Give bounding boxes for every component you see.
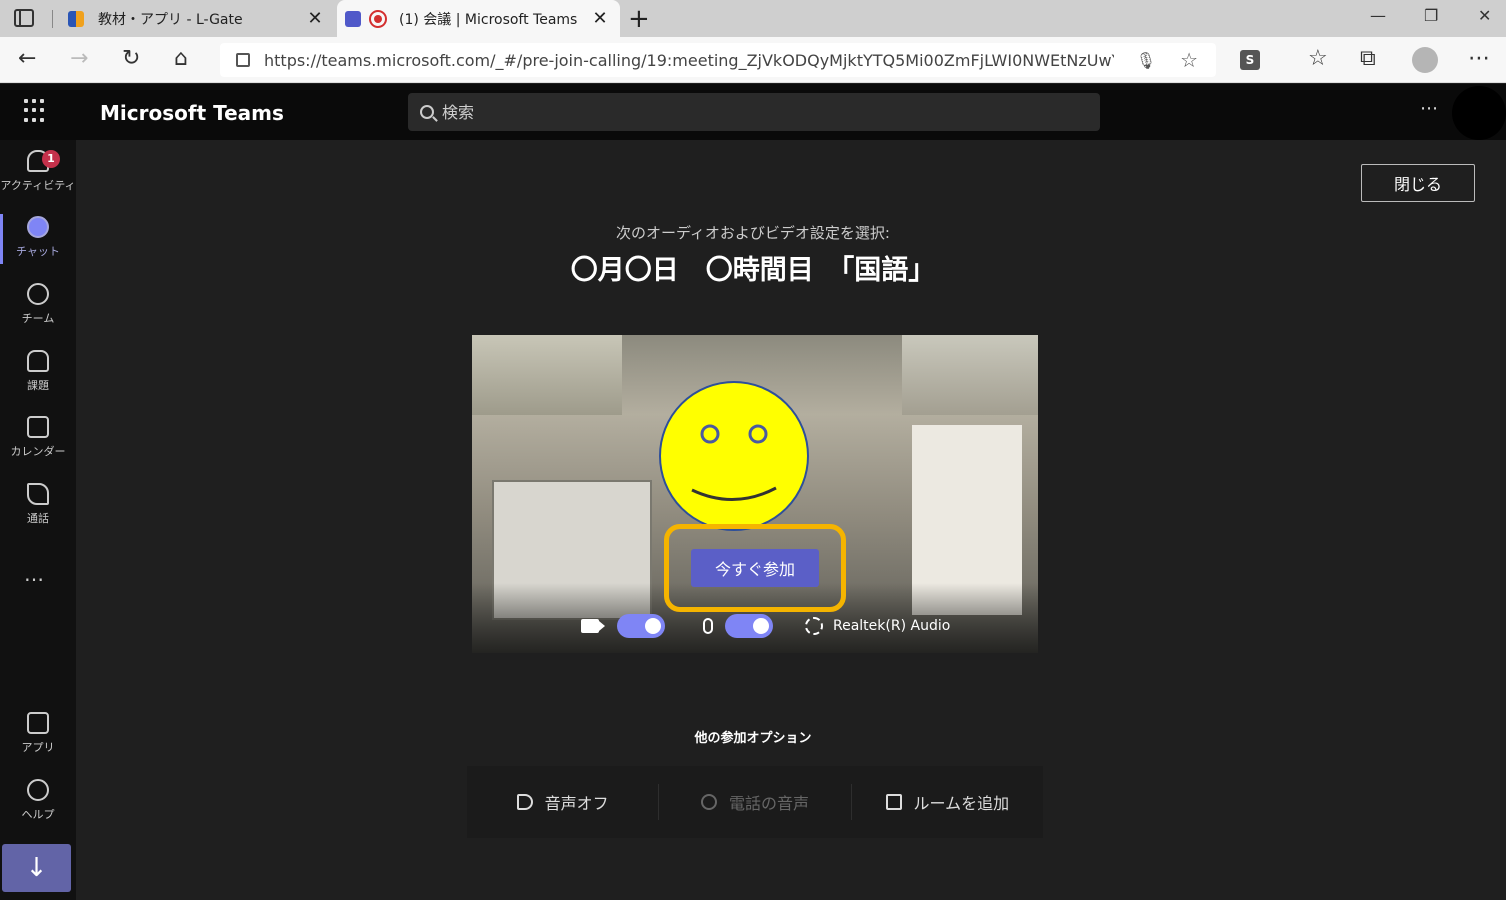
app-launcher-icon[interactable] — [24, 99, 48, 123]
back-icon[interactable]: ← — [18, 46, 36, 71]
gear-icon[interactable] — [805, 617, 823, 635]
add-favorite-icon[interactable]: ☆ — [1180, 48, 1198, 72]
minimize-icon[interactable]: — — [1370, 6, 1386, 25]
background-window — [902, 335, 1038, 415]
teams-header: Microsoft Teams ⋯ — [0, 84, 1506, 140]
restore-icon[interactable]: ❐ — [1424, 6, 1438, 25]
rail-item-activity[interactable]: 1 アクティビティ — [0, 144, 76, 206]
rail-item-assignments[interactable]: 課題 — [0, 344, 76, 406]
join-now-button[interactable]: 今すぐ参加 — [691, 549, 819, 587]
phone-icon — [27, 483, 49, 505]
tab-separator — [52, 10, 53, 28]
camera-icon — [581, 619, 605, 633]
audio-device-label[interactable]: Realtek(R) Audio — [833, 618, 950, 634]
rail-item-label: ヘルプ — [21, 808, 55, 821]
rail-item-label: 通話 — [27, 512, 49, 525]
microphone-toggle[interactable] — [725, 614, 773, 638]
microphone-icon[interactable]: 🎙 — [1136, 51, 1156, 70]
other-join-options-label: 他の参加オプション — [694, 731, 812, 746]
tab-title: (1) 会議 | Microsoft Teams — [399, 11, 578, 28]
rail-item-label: アクティビティ — [0, 179, 76, 192]
browser-tab-bar: 教材・アプリ - L-Gate ✕ (1) 会議 | Microsoft Tea… — [0, 0, 1506, 37]
rail-item-calendar[interactable]: カレンダー — [0, 410, 76, 472]
device-controls: Realtek(R) Audio — [581, 612, 950, 640]
meeting-title: 〇月〇日 〇時間目 「国語」 — [570, 255, 936, 286]
help-icon — [27, 779, 49, 801]
speaker-off-icon — [516, 794, 533, 810]
add-room-option[interactable]: ルームを追加 — [852, 784, 1043, 820]
search-icon — [420, 105, 434, 119]
backpack-icon — [27, 350, 49, 372]
phone-icon — [700, 794, 717, 810]
rail-item-label: カレンダー — [10, 445, 66, 458]
option-label: 電話の音声 — [728, 794, 809, 813]
forward-icon[interactable]: → — [70, 46, 88, 71]
microphone-icon — [703, 618, 713, 634]
rail-item-label: 課題 — [27, 379, 49, 392]
close-icon[interactable]: ✕ — [305, 8, 325, 29]
more-options-icon[interactable]: ⋯ — [1420, 98, 1439, 119]
browser-menu-icon[interactable]: ⋯ — [1468, 46, 1490, 71]
background-window — [472, 335, 622, 415]
other-join-options: 音声オフ 電話の音声 ルームを追加 — [467, 766, 1043, 838]
search-bar[interactable] — [408, 93, 1100, 131]
extension-icon[interactable]: S — [1240, 50, 1260, 70]
rail-item-help[interactable]: ヘルプ — [0, 773, 76, 835]
option-label: ルームを追加 — [913, 794, 1010, 813]
browser-tab-lgate[interactable]: 教材・アプリ - L-Gate ✕ — [60, 0, 335, 37]
download-app-button[interactable]: ↓ — [2, 844, 71, 892]
close-icon[interactable]: ✕ — [590, 8, 610, 29]
app-title: Microsoft Teams — [100, 101, 284, 125]
rail-item-calls[interactable]: 通話 — [0, 477, 76, 539]
teams-favicon-icon — [345, 10, 361, 27]
favorites-icon[interactable]: ☆ — [1308, 46, 1328, 71]
audio-off-option[interactable]: 音声オフ — [467, 784, 660, 820]
camera-toggle[interactable] — [617, 614, 665, 638]
close-button[interactable]: 閉じる — [1361, 164, 1475, 202]
url-text[interactable]: https://teams.microsoft.com/_#/pre-join-… — [264, 51, 1114, 70]
search-input[interactable] — [442, 102, 1042, 122]
tab-title: 教材・アプリ - L-Gate — [98, 11, 243, 28]
more-apps-icon[interactable]: … — [24, 562, 45, 586]
collections-icon[interactable]: ⧉ — [1360, 46, 1376, 71]
smiley-face-overlay — [659, 381, 809, 531]
option-label: 音声オフ — [544, 794, 609, 813]
profile-avatar[interactable] — [1412, 47, 1438, 73]
user-avatar[interactable] — [1452, 86, 1506, 140]
phone-audio-option[interactable]: 電話の音声 — [659, 784, 852, 820]
refresh-icon[interactable]: ↻ — [122, 46, 140, 71]
address-bar[interactable]: https://teams.microsoft.com/_#/pre-join-… — [220, 43, 1216, 77]
home-icon[interactable]: ⌂ — [174, 46, 188, 71]
tab-actions-icon[interactable] — [14, 9, 34, 27]
lock-icon[interactable] — [236, 53, 250, 67]
recording-icon — [369, 9, 387, 28]
rail-item-label: チーム — [21, 312, 55, 325]
notification-badge: 1 — [42, 150, 60, 168]
download-icon: ↓ — [25, 853, 48, 883]
calendar-icon — [27, 416, 49, 438]
browser-toolbar: ← → ↻ ⌂ https://teams.microsoft.com/_#/p… — [0, 37, 1506, 83]
browser-tab-teams[interactable]: (1) 会議 | Microsoft Teams ✕ — [337, 0, 620, 37]
cast-icon — [885, 794, 902, 810]
window-close-icon[interactable]: ✕ — [1478, 6, 1491, 25]
settings-prompt: 次のオーディオおよびビデオ設定を選択: — [615, 224, 890, 242]
lgate-favicon-icon — [68, 10, 84, 27]
new-tab-button[interactable]: + — [628, 4, 650, 34]
